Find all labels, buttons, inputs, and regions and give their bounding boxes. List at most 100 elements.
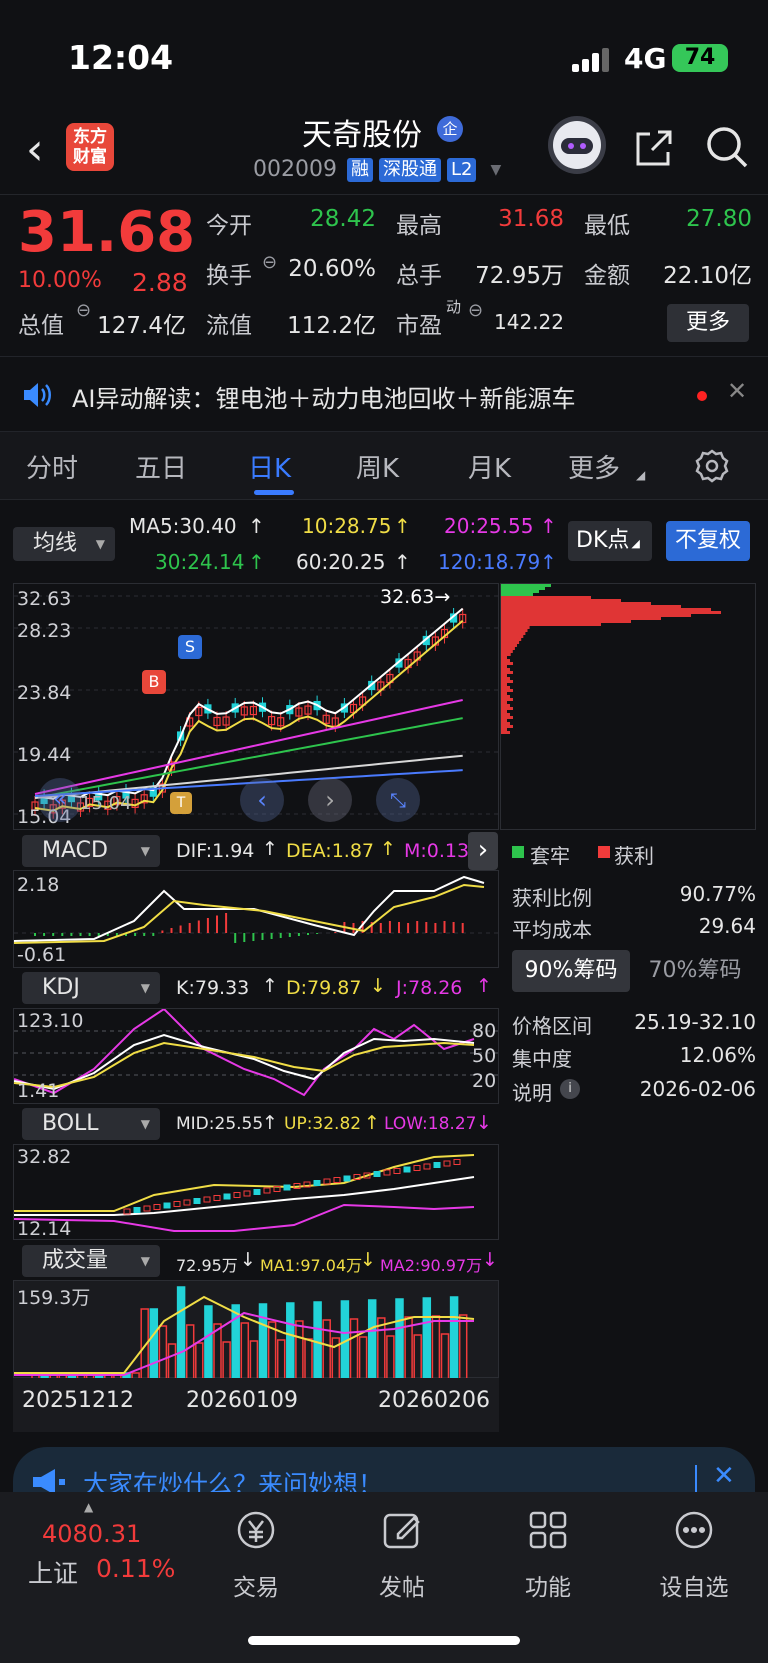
turnover-label: 换手 (206, 263, 252, 289)
kdj-panel[interactable] (13, 1007, 500, 1104)
chip-chart (501, 584, 721, 734)
nav-post[interactable]: 发帖 (352, 1508, 452, 1602)
info-icon[interactable]: ⊖ (468, 300, 483, 321)
close-icon[interactable]: ✕ (727, 377, 747, 405)
dk-point-select[interactable]: DK点 ◢ (568, 521, 652, 561)
tab-monthly-k[interactable]: 月K (468, 448, 511, 485)
nav-trade[interactable]: 交易 (206, 1508, 306, 1602)
sell-marker[interactable]: S (178, 635, 202, 659)
nav-watchlist[interactable]: 设自选 (644, 1508, 744, 1602)
chip-bar (501, 617, 661, 620)
chip-bar (501, 590, 539, 593)
boll-candle (393, 1168, 401, 1174)
expand-icon[interactable]: ⤡ (376, 778, 420, 822)
tab-weekly-k[interactable]: 周K (356, 448, 399, 485)
indicator-select-ma[interactable]: 均线 ▼ (13, 527, 115, 561)
chip-bar (501, 632, 526, 635)
index-percent[interactable]: 0.11% (96, 1554, 175, 1583)
info-icon[interactable]: i (560, 1079, 580, 1099)
chevron-right-icon[interactable]: › (308, 778, 352, 822)
ma60-value: 60:20.25 (296, 550, 386, 574)
up-arrow: ↑ (262, 838, 278, 860)
boll-panel[interactable] (13, 1144, 499, 1240)
index-value[interactable]: 4080.31 (42, 1520, 141, 1548)
active-tab-indicator (254, 490, 294, 495)
concentration-value: 12.06% (679, 1043, 756, 1067)
chip-bar (501, 614, 691, 617)
last-price: 31.68 (18, 200, 196, 265)
boll-up: UP:32.82 (284, 1114, 362, 1134)
robot-assistant-icon[interactable] (548, 116, 606, 174)
index-name[interactable]: 上证 (28, 1554, 78, 1590)
chip-bar (501, 659, 510, 662)
boll-candle (313, 1180, 321, 1186)
profit-ratio-label: 获利比例 (512, 886, 592, 910)
chip-bar (501, 638, 522, 641)
chip-bar (501, 629, 528, 632)
tab-daily-k[interactable]: 日K (248, 448, 291, 485)
indicator-select-kdj[interactable]: KDJ ▼ (22, 972, 160, 1004)
macd-panel[interactable] (13, 870, 500, 968)
no-adjust-button[interactable]: 不复权 (666, 521, 750, 561)
ai-insight-bar[interactable]: AI异动解读：锂电池＋动力电池回收＋新能源车 ✕ (0, 356, 768, 432)
tab-five-day[interactable]: 五日 (135, 448, 187, 485)
macd-dif: DIF:1.94 (176, 840, 255, 862)
indicator-select-volume[interactable]: 成交量 ▼ (22, 1245, 160, 1277)
more-button[interactable]: 更多 (667, 304, 749, 342)
chevron-down-icon: ▼ (140, 844, 150, 858)
stock-code-line[interactable]: 002009 融 深股通 L2 ▼ (253, 157, 501, 182)
t-marker[interactable]: T (170, 792, 192, 814)
down-arrow: ↓ (360, 1249, 376, 1271)
back-button[interactable]: ‹ (26, 124, 44, 175)
stock-code: 002009 (253, 157, 337, 182)
profit-ratio-value: 90.77% (679, 882, 756, 906)
ma5-value: MA5:30.40 (129, 514, 237, 538)
mktcap-value: 127.4亿 (97, 313, 186, 339)
chip-bar (501, 620, 631, 623)
chevron-double-left-icon[interactable]: « (38, 778, 82, 822)
boll-candle (283, 1184, 291, 1191)
share-icon[interactable] (632, 126, 676, 170)
kline-low-label: 15.04 (80, 793, 132, 814)
chip-bar (501, 674, 507, 677)
search-icon[interactable] (704, 124, 750, 170)
app-logo[interactable]: 东方财富 (66, 123, 114, 171)
buy-marker[interactable]: B (142, 670, 166, 694)
down-arrow: ↓ (476, 1112, 492, 1134)
boll-candle (223, 1193, 231, 1200)
volume-ma2: MA2:90.97万 (380, 1256, 483, 1275)
chip-distribution-panel[interactable] (500, 583, 756, 830)
volume-bar (267, 1321, 277, 1380)
nav-post-label: 发帖 (379, 1575, 425, 1601)
close-icon[interactable]: ✕ (713, 1461, 735, 1491)
kdj-level-80: 80 (472, 1020, 497, 1042)
select-label: KDJ (42, 975, 80, 1000)
ma5-line (34, 607, 464, 800)
kline-axis-3: 23.84 (17, 682, 72, 704)
chevron-left-icon[interactable]: ‹ (240, 778, 284, 822)
indicator-select-boll[interactable]: BOLL ▼ (22, 1108, 160, 1140)
tab-more[interactable]: 更多 (568, 448, 620, 485)
tab-intraday[interactable]: 分时 (26, 448, 78, 485)
avg-cost-value: 29.64 (698, 914, 756, 938)
chevron-right-icon[interactable]: › (468, 832, 498, 870)
nav-functions[interactable]: 功能 (498, 1508, 598, 1602)
nav-functions-label: 功能 (525, 1575, 571, 1601)
kdj-chart (13, 1007, 500, 1097)
chip-90-button[interactable]: 90%筹码 (512, 950, 630, 992)
boll-candle (133, 1207, 141, 1213)
chip-bar (501, 704, 510, 707)
info-icon[interactable]: ⊖ (76, 300, 91, 321)
gear-icon[interactable] (694, 448, 730, 484)
volume-bar (149, 1308, 159, 1380)
chip-bar (501, 626, 530, 629)
info-icon[interactable]: ⊖ (262, 252, 277, 273)
price-range-value: 25.19-32.10 (634, 1010, 756, 1034)
mktcap-label: 总值 (18, 313, 64, 339)
volume-bar (295, 1320, 304, 1380)
indicator-select-macd[interactable]: MACD ▼ (22, 835, 160, 867)
chip-bar (501, 710, 507, 713)
ma10-value: 10:28.75 (302, 514, 392, 538)
chip-bar (501, 656, 507, 659)
chip-70-button[interactable]: 70%筹码 (636, 950, 754, 992)
